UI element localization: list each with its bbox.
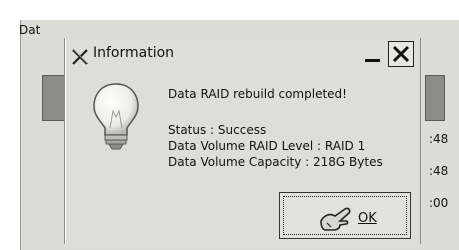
- background-progress-bar-left: [42, 75, 66, 121]
- ok-button[interactable]: OK: [279, 192, 411, 239]
- background-time-1: :48: [429, 132, 449, 146]
- raid-level-line: Data Volume RAID Level : RAID 1: [168, 139, 366, 153]
- information-dialog: Information Data RAID rebuild completed!…: [64, 38, 421, 244]
- background-time-3: :00: [429, 196, 449, 210]
- background-progress-bar-right: [425, 75, 445, 121]
- ok-button-label: OK: [358, 211, 377, 226]
- status-line: Status : Success: [168, 123, 267, 137]
- ok-button-focus-ring: OK: [283, 196, 407, 235]
- capacity-line: Data Volume Capacity : 218G Bytes: [168, 155, 383, 169]
- message-headline: Data RAID rebuild completed!: [168, 87, 347, 101]
- dialog-title: Information: [93, 45, 175, 61]
- check-hand-icon: [318, 203, 352, 233]
- x-window-icon: [71, 48, 89, 66]
- lightbulb-icon: [91, 81, 141, 151]
- minimize-button[interactable]: [363, 42, 383, 64]
- background-window-title: Dat: [19, 23, 41, 37]
- minimize-icon: [365, 59, 380, 62]
- background-time-2: :48: [429, 164, 449, 178]
- close-icon: [392, 45, 410, 63]
- close-button[interactable]: [388, 41, 414, 67]
- dialog-titlebar[interactable]: Information: [65, 38, 420, 70]
